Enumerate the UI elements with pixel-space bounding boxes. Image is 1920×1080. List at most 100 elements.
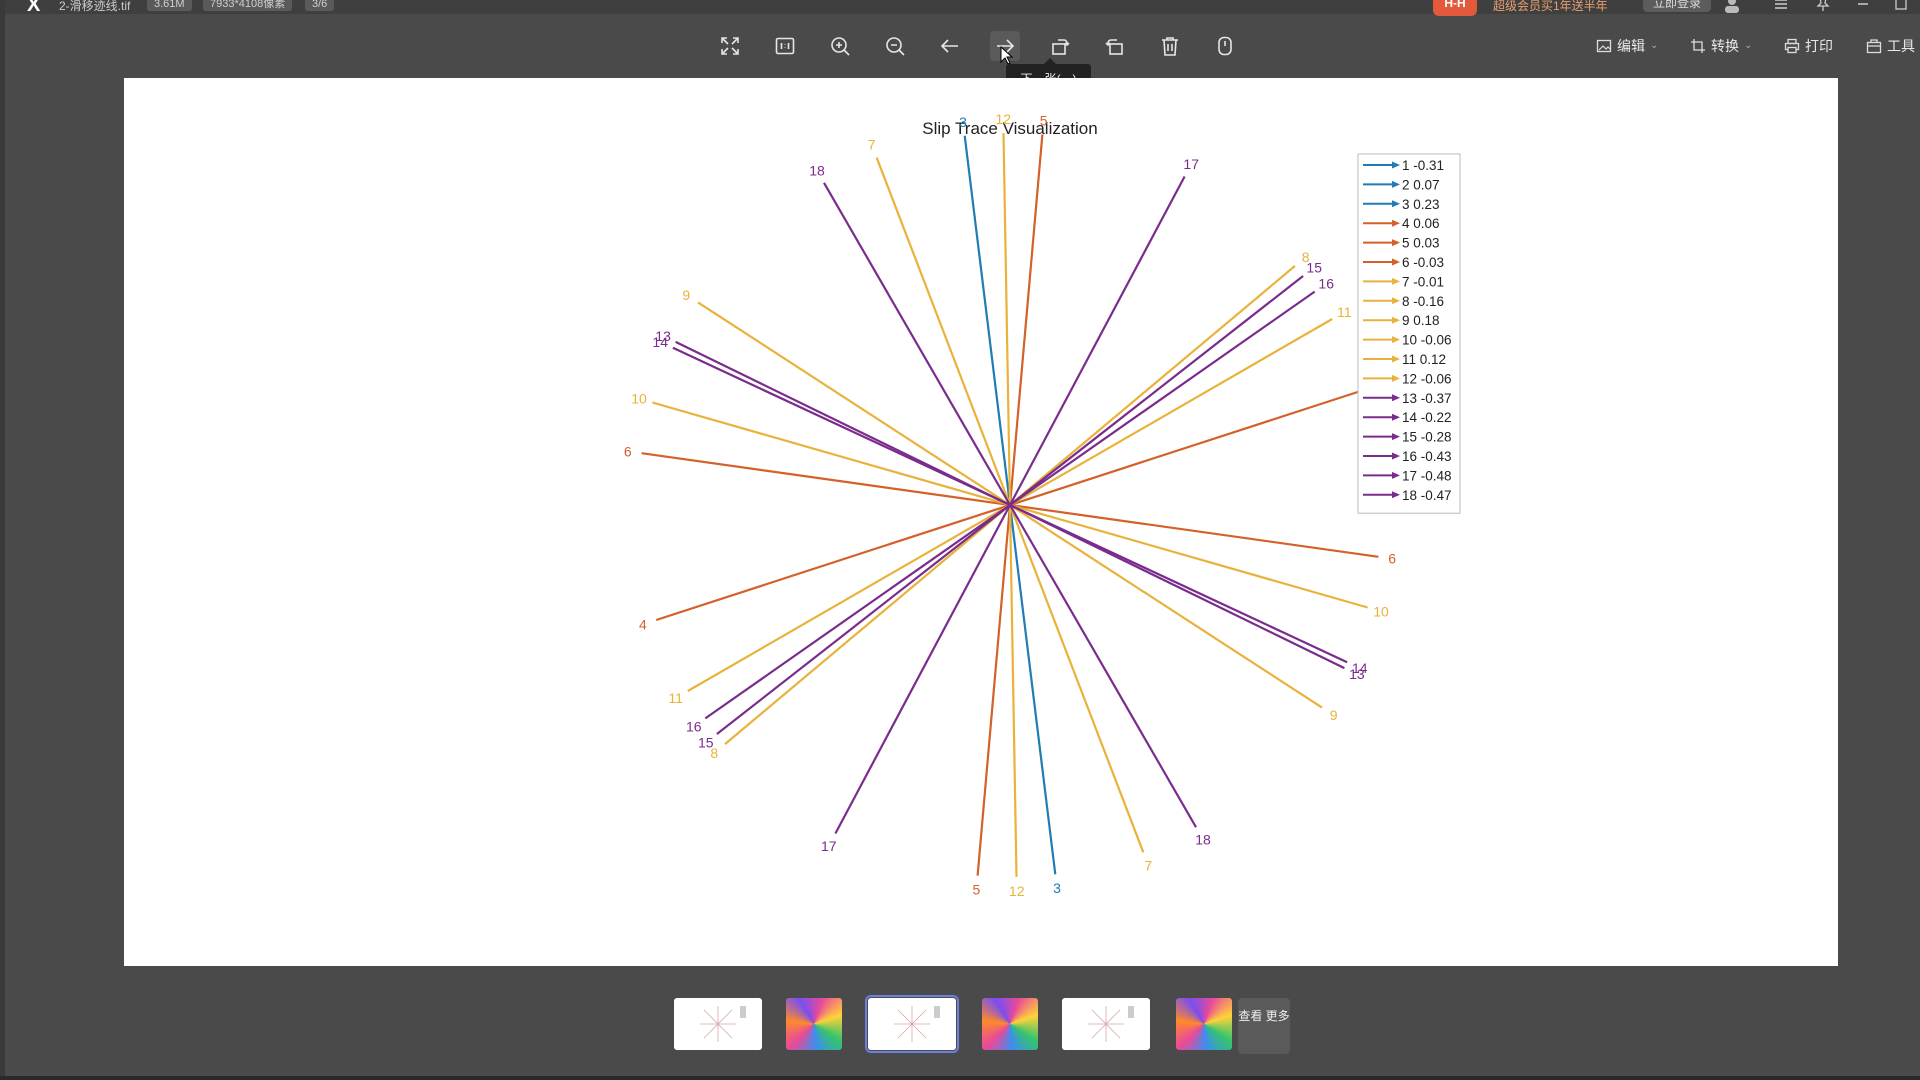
trace-end-label: 12 (1009, 883, 1025, 899)
thumbnail-1[interactable] (674, 998, 762, 1050)
chevron-down-icon: ⌄ (1744, 40, 1753, 51)
trace-end-label: 7 (1144, 857, 1152, 873)
legend-label: 3 0.23 (1402, 197, 1440, 212)
pin-icon[interactable] (1815, 0, 1831, 12)
tools-menu[interactable]: 工具 (1866, 34, 1915, 58)
trace-end-label: 11 (1337, 304, 1352, 320)
trace-end-label: 14 (1352, 660, 1368, 676)
vip-badge[interactable]: H-H (1433, 0, 1477, 16)
thumbnail-preview-icon (700, 1006, 746, 1042)
trace-end-label: 6 (624, 443, 632, 459)
thumbnail-4[interactable] (982, 998, 1038, 1050)
file-name: 2-滑移迹线.tif (59, 0, 131, 13)
trace-end-label: 10 (1373, 603, 1389, 619)
rotate-right-icon[interactable] (1100, 31, 1130, 61)
legend-label: 18 -0.47 (1402, 488, 1452, 503)
slip-trace-chart: Slip Trace Visualization 331212551717771… (624, 111, 1461, 899)
bottom-edge (0, 1076, 1920, 1080)
zoom-in-icon[interactable] (825, 31, 855, 61)
image-canvas[interactable]: Slip Trace Visualization 3 3 12 12 5 5 17 17 7 7 1… (124, 78, 1838, 966)
legend-label: 8 -0.16 (1402, 294, 1444, 309)
legend-label: 16 -0.43 (1402, 449, 1452, 464)
trace-end-label: 16 (1318, 276, 1334, 292)
trace-end-label: 16 (686, 718, 702, 734)
legend-label: 14 -0.22 (1402, 410, 1452, 425)
trace-end-label: 10 (631, 391, 647, 407)
legend-label: 7 -0.01 (1402, 274, 1444, 289)
file-size-badge: 3.61M (147, 0, 192, 11)
page-indicator: 3/6 (305, 0, 335, 11)
trace-end-label: 18 (1195, 831, 1211, 847)
legend-label: 13 -0.37 (1402, 391, 1452, 406)
thumbnail-preview-icon (1088, 1006, 1134, 1042)
thumbnail-strip (0, 995, 1920, 1056)
convert-menu[interactable]: 转换 ⌄ (1690, 34, 1752, 58)
edit-label: 编辑 (1617, 38, 1645, 54)
legend-label: 15 -0.28 (1402, 430, 1452, 445)
legend-label: 1 -0.31 (1402, 158, 1444, 173)
trace-end-label: 15 (698, 735, 714, 751)
trace-line-18 (823, 182, 1197, 828)
legend-label: 4 0.06 (1402, 216, 1440, 231)
legend-label: 6 -0.03 (1402, 255, 1444, 270)
trace-end-label: 3 (959, 114, 967, 130)
trace-end-label: 11 (668, 690, 683, 706)
maximize-icon[interactable] (1893, 0, 1909, 12)
legend-label: 11 0.12 (1402, 352, 1446, 367)
view-more-label: 查看 更多 (1238, 1009, 1290, 1023)
image-dimensions-badge: 7933*4108像素 (203, 0, 293, 11)
minimize-icon[interactable] (1855, 0, 1871, 12)
trace-end-label: 9 (682, 287, 690, 303)
print-button[interactable]: 打印 (1784, 34, 1833, 58)
trace-end-label: 14 (652, 334, 668, 350)
tools-label: 工具 (1887, 38, 1915, 54)
thumbnail-5[interactable] (1062, 998, 1150, 1050)
printer-icon (1784, 38, 1800, 54)
trace-end-label: 18 (809, 163, 825, 179)
actual-size-icon[interactable] (770, 31, 800, 61)
thumbnail-2[interactable] (786, 998, 842, 1050)
trace-end-label: 5 (1040, 113, 1048, 129)
view-more-button[interactable]: 查看 更多 (1238, 998, 1290, 1054)
edit-menu[interactable]: 编辑 ⌄ (1596, 34, 1658, 58)
zoom-out-icon[interactable] (880, 31, 910, 61)
previous-icon[interactable] (935, 31, 965, 61)
app-logo-icon: X (27, 0, 41, 16)
legend-label: 17 -0.48 (1402, 468, 1452, 483)
trace-end-label: 17 (1183, 156, 1199, 172)
chevron-down-icon: ⌄ (1650, 40, 1659, 51)
title-bar: X 2-滑移迹线.tif 3.61M 7933*4108像素 3/6 H-H 超… (5, 0, 1920, 16)
trace-end-label: 3 (1053, 880, 1061, 896)
legend-label: 9 0.18 (1402, 313, 1440, 328)
login-button[interactable]: 立即登录 (1643, 0, 1711, 12)
trace-end-label: 6 (1388, 551, 1396, 567)
vip-promo-text[interactable]: 超级会员买1年送半年 (1493, 0, 1608, 14)
delete-icon[interactable] (1155, 31, 1185, 61)
trace-end-label: 17 (821, 838, 837, 854)
trace-end-label: 4 (639, 616, 647, 632)
trace-end-label: 7 (868, 137, 876, 153)
thumbnail-6[interactable] (1176, 998, 1232, 1050)
legend-label: 12 -0.06 (1402, 371, 1452, 386)
legend-label: 2 0.07 (1402, 177, 1440, 192)
image-edit-icon (1596, 39, 1612, 53)
thumbnail-3[interactable] (865, 995, 959, 1053)
trace-end-label: 5 (973, 882, 981, 898)
legend-label: 5 0.03 (1402, 236, 1440, 251)
window-left-edge (0, 0, 5, 1080)
rotate-left-icon[interactable] (1045, 31, 1075, 61)
legend-label: 10 -0.06 (1402, 333, 1452, 348)
user-avatar-icon[interactable] (1723, 0, 1741, 14)
fullscreen-icon[interactable] (715, 31, 745, 61)
trace-end-label: 15 (1306, 259, 1322, 275)
trace-end-label: 12 (996, 111, 1012, 127)
thumbnail-preview-icon (894, 1006, 940, 1042)
menu-icon[interactable] (1773, 0, 1789, 12)
convert-label: 转换 (1711, 38, 1739, 54)
chart-legend: 1 -0.31 2 0.07 3 0.23 4 0.06 5 0.03 6 -0.03 7 … (1357, 153, 1461, 514)
crop-icon (1691, 39, 1705, 53)
toolbox-icon (1866, 39, 1882, 54)
trace-end-label: 9 (1330, 707, 1338, 723)
print-label: 打印 (1805, 38, 1833, 54)
info-icon[interactable] (1210, 31, 1240, 61)
